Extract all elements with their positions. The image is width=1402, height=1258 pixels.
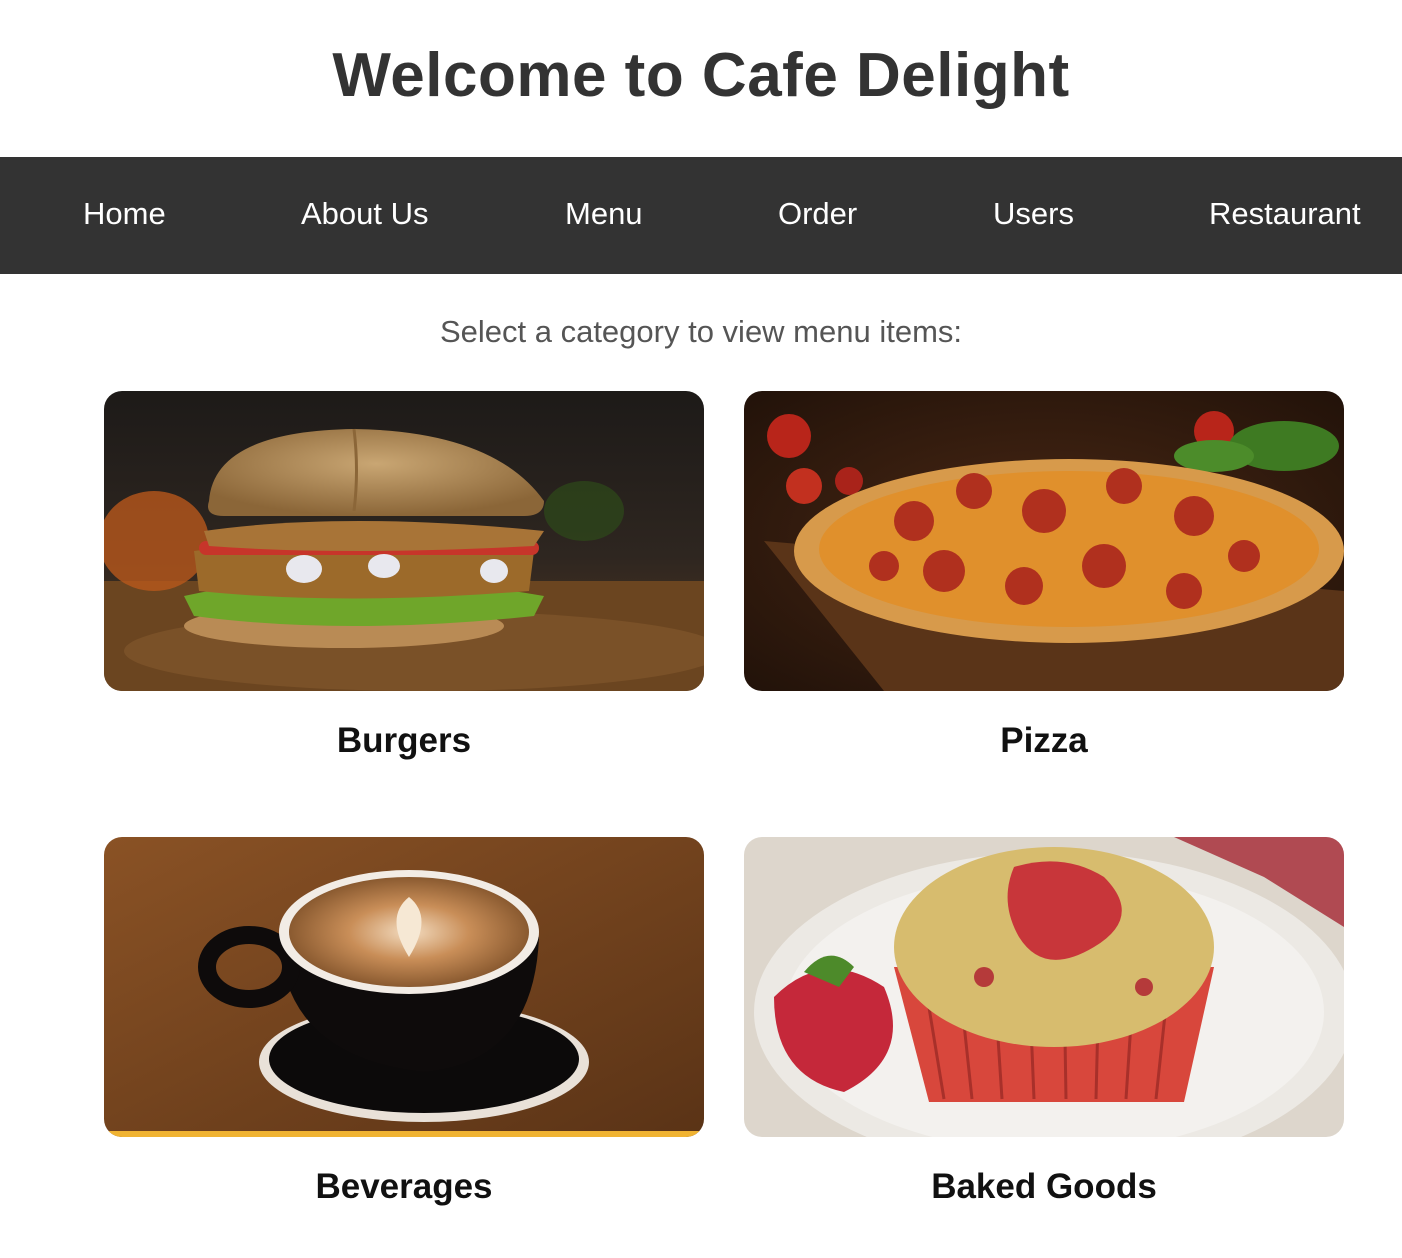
pizza-photo[interactable]: [744, 391, 1344, 691]
category-label[interactable]: Beverages: [104, 1167, 704, 1207]
page-title: Welcome to Cafe Delight: [332, 41, 1070, 110]
category-card-beverages[interactable]: Beverages: [104, 837, 704, 1207]
nav-menu[interactable]: Menu: [565, 196, 643, 232]
category-label[interactable]: Pizza: [744, 721, 1344, 761]
category-label[interactable]: Burgers: [104, 721, 704, 761]
coffee-photo[interactable]: [104, 837, 704, 1137]
category-card-baked-goods[interactable]: Baked Goods: [744, 837, 1344, 1207]
nav-restaurant[interactable]: Restaurant: [1209, 196, 1361, 232]
burger-photo[interactable]: [104, 391, 704, 691]
nav-about-us[interactable]: About Us: [301, 196, 429, 232]
nav-home[interactable]: Home: [83, 196, 166, 232]
category-card-pizza[interactable]: Pizza: [744, 391, 1344, 761]
category-card-burgers[interactable]: Burgers: [104, 391, 704, 761]
category-label[interactable]: Baked Goods: [744, 1167, 1344, 1207]
main-navbar: Home About Us Menu Order Users Restauran…: [0, 157, 1402, 274]
nav-order[interactable]: Order: [778, 196, 857, 232]
nav-users[interactable]: Users: [993, 196, 1074, 232]
muffin-photo[interactable]: [744, 837, 1344, 1137]
category-prompt: Select a category to view menu items:: [439, 314, 963, 349]
